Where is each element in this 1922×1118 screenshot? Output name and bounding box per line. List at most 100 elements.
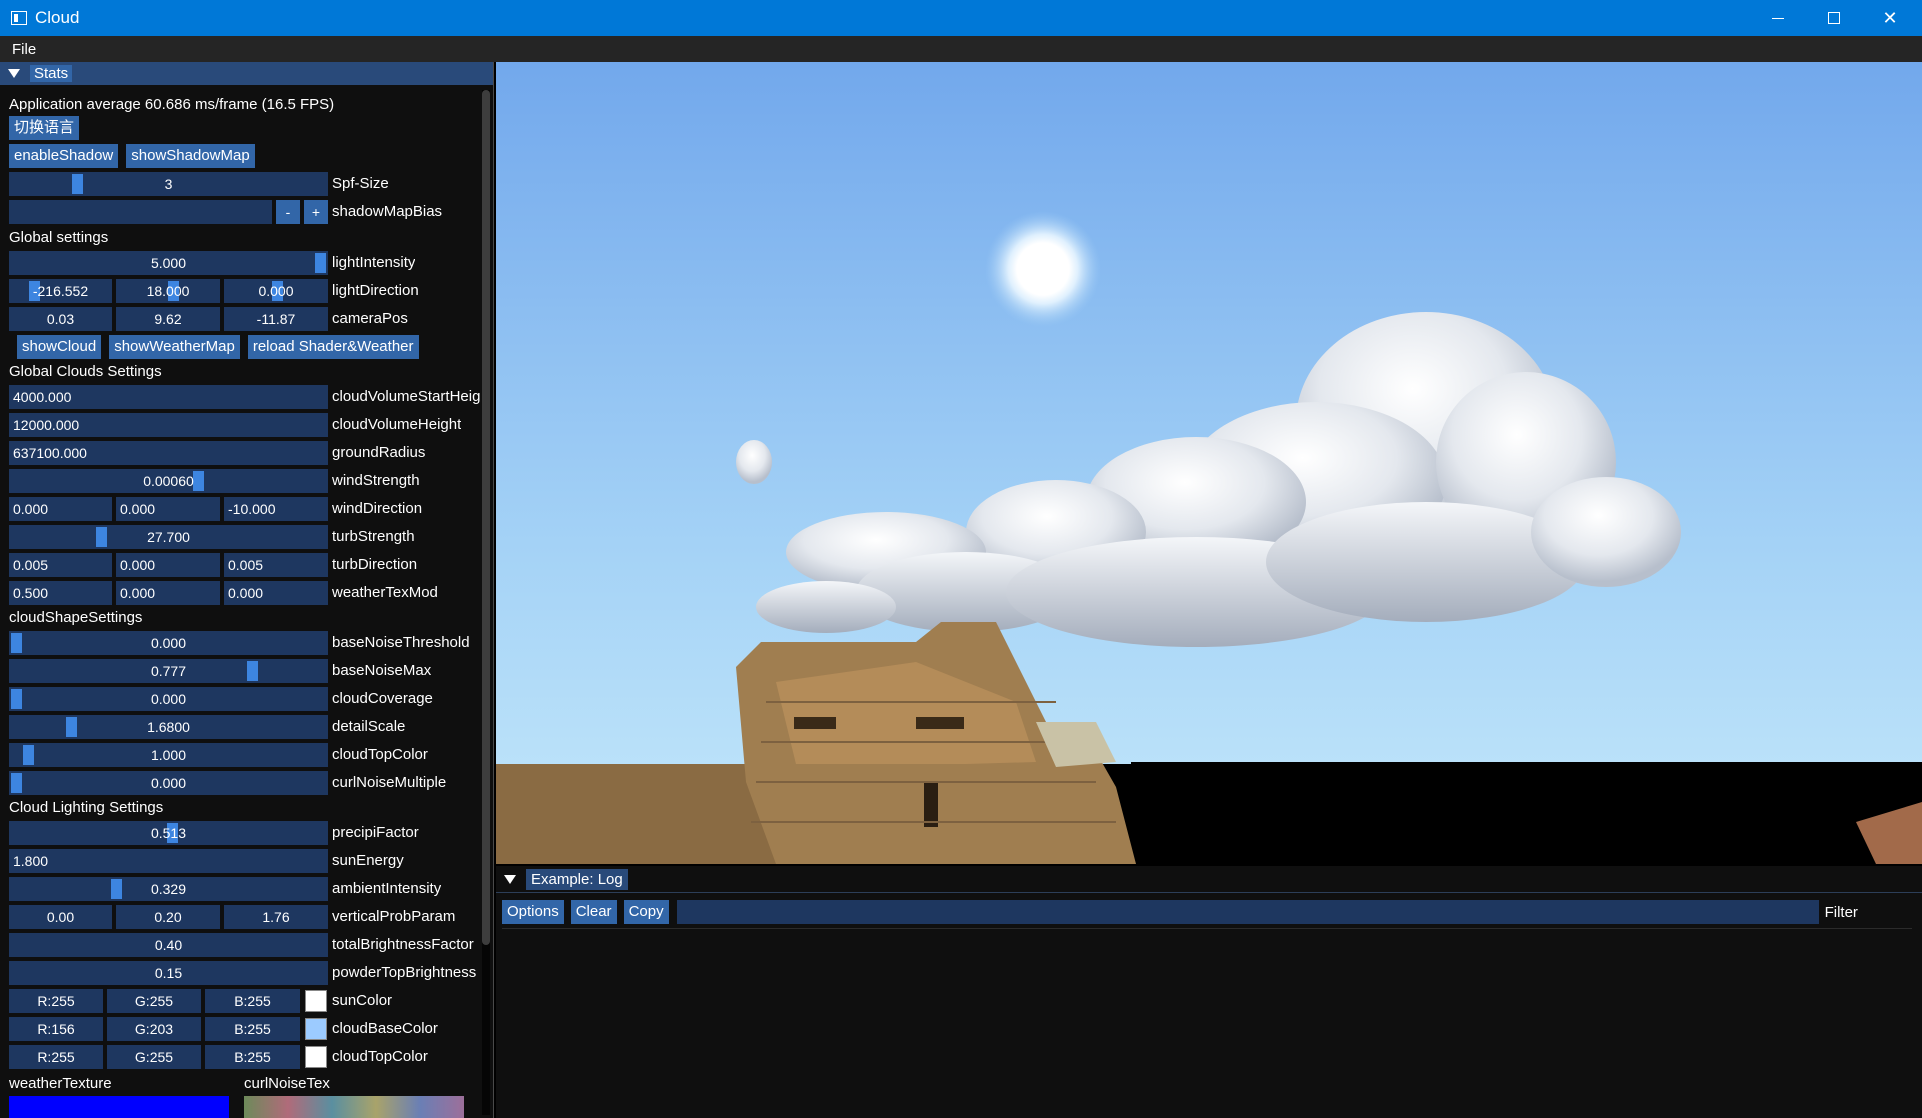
cloud-base-color-b[interactable]: B:255: [205, 1017, 300, 1041]
scrollbar-thumb[interactable]: [482, 90, 490, 945]
weather-tex-mod-x[interactable]: 0.500: [9, 581, 112, 605]
cloud-top-color-r[interactable]: R:255: [9, 1045, 103, 1069]
base-noise-threshold-slider[interactable]: 0.000: [9, 631, 328, 655]
section-cloud-shape: cloudShapeSettings: [9, 609, 143, 626]
base-noise-threshold-label: baseNoiseThreshold: [332, 634, 470, 651]
camera-pos-z[interactable]: -11.87: [224, 307, 328, 331]
app-window-icon: [11, 11, 27, 25]
collapse-arrow-icon[interactable]: [504, 874, 516, 884]
curl-noise-multiple-label: curlNoiseMultiple: [332, 774, 447, 791]
slider-grab[interactable]: [315, 253, 326, 273]
light-intensity-slider[interactable]: 5.000: [9, 251, 328, 275]
sun-color-g[interactable]: G:255: [107, 989, 201, 1013]
copy-button[interactable]: Copy: [623, 900, 669, 924]
cloud-top-color-b[interactable]: B:255: [205, 1045, 300, 1069]
slider-grab[interactable]: [11, 633, 22, 653]
weather-tex-mod-y[interactable]: 0.000: [116, 581, 220, 605]
slider-grab[interactable]: [247, 661, 259, 681]
ambient-intensity-slider[interactable]: 0.329: [9, 877, 328, 901]
bias-plus-button[interactable]: +: [304, 200, 328, 224]
reload-shader-button[interactable]: reload Shader&Weather: [247, 335, 419, 359]
cloud-top-color-scalar-label: cloudTopColor: [332, 746, 428, 763]
slider-grab[interactable]: [193, 471, 205, 491]
slider-grab[interactable]: [96, 527, 108, 547]
sun-energy-input[interactable]: 1.800: [9, 849, 328, 873]
render-viewport[interactable]: [496, 62, 1922, 864]
light-direction-label: lightDirection: [332, 282, 419, 299]
close-button[interactable]: ✕: [1862, 0, 1918, 36]
vertical-prob-x[interactable]: 0.00: [9, 905, 112, 929]
vertical-prob-z[interactable]: 1.76: [224, 905, 328, 929]
menu-file[interactable]: File: [12, 41, 36, 58]
slider-grab[interactable]: [71, 174, 83, 194]
curl-noise-multiple-slider[interactable]: 0.000: [9, 771, 328, 795]
wind-direction-x[interactable]: 0.000: [9, 497, 112, 521]
precipi-factor-slider[interactable]: 0.513: [9, 821, 328, 845]
wind-strength-slider[interactable]: 0.00060: [9, 469, 328, 493]
powder-top-input[interactable]: 0.15: [9, 961, 328, 985]
log-header[interactable]: Example: Log: [496, 866, 1922, 893]
show-shadow-map-button[interactable]: showShadowMap: [126, 144, 255, 168]
sun-color-r[interactable]: R:255: [9, 989, 103, 1013]
turb-direction-x[interactable]: 0.005: [9, 553, 112, 577]
slider-grab[interactable]: [23, 745, 35, 765]
cloud-coverage-slider[interactable]: 0.000: [9, 687, 328, 711]
bias-minus-button[interactable]: -: [276, 200, 300, 224]
cloud-volume-start-input[interactable]: 4000.000: [9, 385, 328, 409]
options-button[interactable]: Options: [502, 900, 564, 924]
camera-pos-x[interactable]: 0.03: [9, 307, 112, 331]
maximize-button[interactable]: [1806, 0, 1862, 36]
show-weather-map-button[interactable]: showWeatherMap: [109, 335, 240, 359]
cloud-base-color-r[interactable]: R:156: [9, 1017, 103, 1041]
wind-direction-z[interactable]: -10.000: [224, 497, 328, 521]
show-cloud-button[interactable]: showCloud: [17, 335, 102, 359]
cloud-top-color-swatch[interactable]: [305, 1046, 327, 1068]
collapse-arrow-icon[interactable]: [8, 69, 20, 78]
cloud-top-color-g[interactable]: G:255: [107, 1045, 201, 1069]
enable-shadow-button[interactable]: enableShadow: [9, 144, 119, 168]
wind-direction-y[interactable]: 0.000: [116, 497, 220, 521]
log-title: Example: Log: [526, 868, 628, 890]
vertical-prob-y[interactable]: 0.20: [116, 905, 220, 929]
stats-header[interactable]: Stats: [0, 62, 493, 85]
fps-text-value: Application average 60.686 ms/frame (16.…: [9, 95, 335, 113]
detail-scale-slider[interactable]: 1.6800: [9, 715, 328, 739]
turb-direction-y[interactable]: 0.000: [116, 553, 220, 577]
language-button[interactable]: 切换语言: [9, 116, 80, 140]
cloud-volume-height-input[interactable]: 12000.000: [9, 413, 328, 437]
turb-strength-slider[interactable]: 27.700: [9, 525, 328, 549]
minimize-button[interactable]: [1750, 0, 1806, 36]
log-divider: [502, 928, 1912, 929]
ground-radius-input[interactable]: 637100.000: [9, 441, 328, 465]
slider-grab[interactable]: [111, 879, 123, 899]
cloud-coverage-label: cloudCoverage: [332, 690, 433, 707]
spf-size-slider[interactable]: 3: [9, 172, 328, 196]
filter-input[interactable]: [676, 900, 1819, 924]
weather-tex-mod-z[interactable]: 0.000: [224, 581, 328, 605]
base-noise-max-slider[interactable]: 0.777: [9, 659, 328, 683]
light-direction-z[interactable]: 0.000: [224, 279, 328, 303]
shadow-map-bias-input[interactable]: [9, 200, 272, 224]
cloud-base-color-swatch[interactable]: [305, 1018, 327, 1040]
light-direction-y[interactable]: 18.000: [116, 279, 220, 303]
camera-pos-y[interactable]: 9.62: [116, 307, 220, 331]
cloud-top-color-slider[interactable]: 1.000: [9, 743, 328, 767]
ground-shadow: [1131, 762, 1922, 864]
shadow-map-bias-label: shadowMapBias: [332, 203, 443, 220]
slider-grab[interactable]: [65, 717, 77, 737]
stats-scrollbar[interactable]: [482, 90, 490, 1115]
cloud-base-color-g[interactable]: G:203: [107, 1017, 201, 1041]
clear-button[interactable]: Clear: [570, 900, 617, 924]
filter-label: Filter: [1824, 903, 1858, 921]
ambient-intensity-label: ambientIntensity: [332, 880, 442, 897]
slider-grab[interactable]: [11, 689, 22, 709]
wind-strength-label: windStrength: [332, 472, 420, 489]
total-brightness-input[interactable]: 0.40: [9, 933, 328, 957]
slider-grab[interactable]: [11, 773, 22, 793]
slider-value: 0.000: [150, 635, 187, 651]
cloud-base-color-label: cloudBaseColor: [332, 1020, 438, 1037]
turb-direction-z[interactable]: 0.005: [224, 553, 328, 577]
sun-color-swatch[interactable]: [305, 990, 327, 1012]
light-direction-x[interactable]: -216.552: [9, 279, 112, 303]
sun-color-b[interactable]: B:255: [205, 989, 300, 1013]
